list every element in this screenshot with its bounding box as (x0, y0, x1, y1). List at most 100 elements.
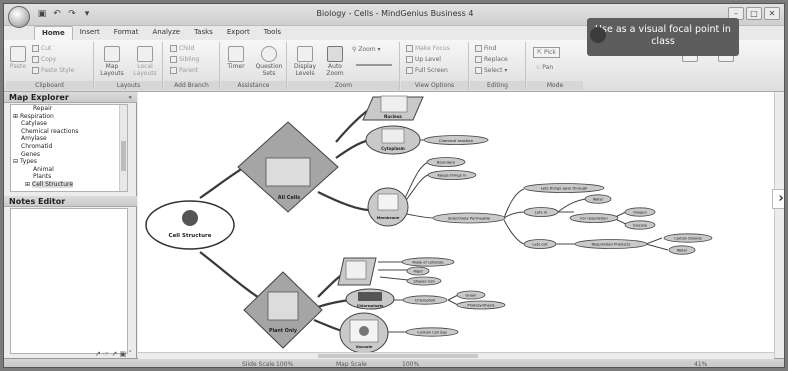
parent-button[interactable]: Parent (170, 67, 198, 74)
full-screen-button[interactable]: Full Screen (406, 67, 448, 74)
collapse-icon[interactable]: « (128, 92, 132, 103)
tab-home[interactable]: Home (34, 26, 73, 40)
zoom-dropdown[interactable]: ⚲ Zoom ▾ (352, 46, 381, 53)
child-button[interactable]: Child (170, 45, 194, 52)
replace-button[interactable]: Replace (475, 56, 508, 63)
application-orb[interactable] (8, 6, 30, 28)
tree-scrollbar[interactable] (119, 105, 127, 191)
tree-item-label: Cell Structure (32, 180, 74, 188)
collapse-icon[interactable]: ⊟ (13, 158, 18, 165)
timer-button[interactable]: Timer (224, 46, 248, 70)
map-layouts-button[interactable]: Map Layouts (99, 46, 125, 77)
zoom-slider[interactable] (356, 64, 392, 66)
parent-icon (170, 67, 177, 74)
scissors-icon (32, 45, 39, 52)
tree-item[interactable]: ⊞ Respiration (11, 113, 127, 121)
tree-item[interactable]: Chemical reactions (11, 128, 127, 136)
oxygen-label: Oxygen (633, 211, 647, 215)
auto-zoom-button[interactable]: Auto Zoom (323, 46, 347, 77)
sibling-button[interactable]: Sibling (170, 56, 199, 63)
tree-item[interactable]: ⊟ Types (11, 158, 127, 166)
tree-item[interactable]: Chromatid (11, 143, 127, 151)
selectively-permeable-label: Selectively Permeable (448, 216, 491, 221)
select-label: Select (484, 67, 503, 74)
question-sets-label: Question Sets (255, 63, 283, 77)
respiration-products-label: Respiration Products (591, 242, 630, 247)
tree-item[interactable]: Amylase (11, 135, 127, 143)
tree-item[interactable]: Catylase (11, 120, 127, 128)
paste-icon (10, 46, 26, 62)
tree-item[interactable]: Animal (11, 166, 127, 174)
line-allcells-membrane (317, 191, 371, 212)
photosynthesis-label: Photosynthesis (467, 304, 494, 308)
tab-tools[interactable]: Tools (257, 26, 288, 40)
make-focus-button[interactable]: Make Focus (406, 45, 450, 52)
maximize-button[interactable]: □ (746, 7, 762, 20)
question-sets-button[interactable]: Question Sets (253, 46, 285, 77)
zoom-level[interactable]: 41% (694, 361, 707, 367)
carbon-dioxide-label: Carbon Dioxide (674, 237, 702, 241)
tree-scroll-thumb[interactable] (121, 141, 126, 171)
select-dropdown[interactable]: Select ▾ (475, 67, 507, 74)
lets-in-label: Lets in (535, 210, 548, 215)
tree-item[interactable]: Plants (11, 173, 127, 181)
membrane-label: Membrane (377, 215, 400, 220)
local-layouts-button[interactable]: Local Layouts (131, 46, 159, 77)
water-in-label: Water (593, 198, 604, 202)
made-of-cellulose-label: Made of cellulose (412, 261, 444, 265)
ribbon-tabs: Home Insert Format Analyze Tasks Export … (34, 26, 288, 40)
paste-style-label: Paste Style (41, 67, 75, 74)
shapes-cell-label: Shapes Cell (414, 280, 435, 284)
tree-item-label: Repair (33, 105, 53, 112)
mindmap-canvas[interactable]: Cell Structure All Cells Plant Only Nucl… (138, 92, 774, 358)
expand-icon[interactable]: ⊞ (13, 113, 18, 120)
hourglass-icon (228, 46, 244, 62)
find-button[interactable]: Find (475, 45, 496, 52)
canvas-vertical-scrollbar[interactable] (774, 92, 784, 358)
glucose-label: Glucose (633, 224, 648, 228)
paste-style-button[interactable]: Paste Style (32, 67, 74, 74)
question-icon (261, 46, 277, 62)
map-explorer-tree: Repair ⊞ Respiration Catylase Chemical react… (10, 104, 128, 192)
copy-button[interactable]: Copy (32, 56, 56, 63)
group-mode: ⇱ Pick ☜ Pan Mode (527, 42, 583, 90)
map-scale-value[interactable]: 100% (402, 361, 419, 367)
tree-item[interactable]: ⊞ Cell Structure (11, 180, 127, 189)
slide-scale-value[interactable]: 100% (276, 361, 293, 367)
tree-item[interactable]: Repair (11, 105, 127, 113)
tooltip-dot-icon (590, 27, 606, 43)
for-respiration-label: For respiration (580, 216, 608, 221)
rigid-label: Rigid (413, 270, 422, 274)
mode-group-label: Mode (527, 81, 583, 90)
canvas-horizontal-scrollbar[interactable] (138, 352, 774, 359)
tab-analyze[interactable]: Analyze (145, 26, 187, 40)
screen: ▣ ↶ ↷ ▾ Biology - Cells - MindGenius Bus… (0, 0, 788, 371)
up-level-button[interactable]: Up Level (406, 56, 441, 63)
tab-format[interactable]: Format (107, 26, 146, 40)
water-out-label: Water (677, 249, 688, 253)
zoom-group-label: Zoom (288, 81, 399, 90)
pick-button[interactable]: ⇱ Pick (533, 47, 560, 58)
paste-button[interactable]: Paste (8, 46, 28, 70)
display-levels-button[interactable]: Display Levels (291, 46, 319, 77)
tab-export[interactable]: Export (220, 26, 257, 40)
group-clipboard: Paste Cut Copy Paste Style Clipboard (6, 42, 94, 90)
zoom-label: Zoom (358, 46, 376, 53)
keeps-things-in-label: Keeps things in (438, 173, 468, 178)
notes-editor-area[interactable] (10, 208, 128, 354)
parent-label: Parent (179, 67, 199, 74)
expand-icon[interactable]: ⊞ (25, 181, 30, 188)
expand-panel-arrow-icon[interactable]: › (772, 189, 784, 209)
replace-label: Replace (484, 56, 508, 63)
map-layouts-icon (104, 46, 120, 62)
close-button[interactable]: ✕ (764, 7, 780, 20)
notes-editor-header: Notes Editor (4, 196, 137, 207)
horizontal-scroll-thumb[interactable] (318, 354, 478, 358)
tree-item[interactable]: Genes (11, 151, 127, 159)
pan-button[interactable]: ☜ Pan (535, 64, 553, 71)
tab-tasks[interactable]: Tasks (187, 26, 220, 40)
cut-button[interactable]: Cut (32, 45, 51, 52)
pick-label: Pick (543, 49, 556, 56)
tab-insert[interactable]: Insert (73, 26, 107, 40)
child-icon (170, 45, 177, 52)
